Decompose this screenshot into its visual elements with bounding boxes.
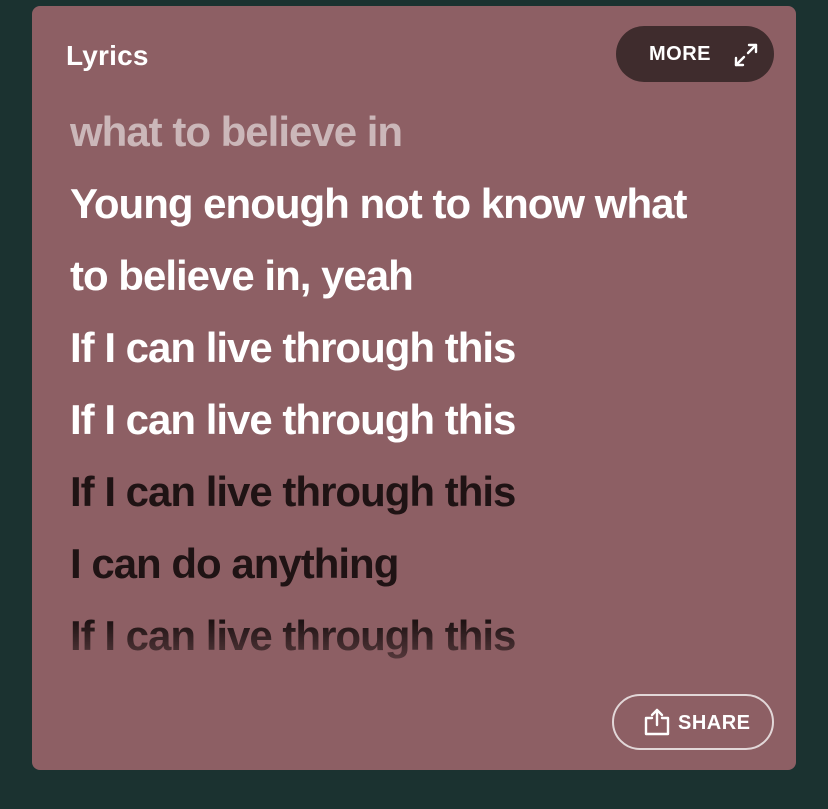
lyric-line[interactable]: If I can live through this xyxy=(70,312,770,384)
lyric-line[interactable]: I can do anything xyxy=(70,528,770,600)
lyric-line[interactable]: If I can live through this xyxy=(70,456,770,528)
share-icon xyxy=(644,708,670,736)
expand-icon xyxy=(734,43,758,67)
lyric-line[interactable]: to believe in, yeah xyxy=(70,240,770,312)
lyric-line[interactable]: If I can live through this xyxy=(70,600,770,666)
more-button[interactable]: MORE xyxy=(616,26,774,82)
share-button-label: SHARE xyxy=(678,712,751,734)
lyrics-title: Lyrics xyxy=(66,40,149,71)
lyric-line[interactable]: Young enough not to know what xyxy=(70,168,770,240)
lyric-line[interactable]: If I can live through this xyxy=(70,384,770,456)
lyrics-lines: what to believe in Young enough not to k… xyxy=(70,96,770,666)
share-button[interactable]: SHARE xyxy=(612,694,774,750)
lyrics-panel: Lyrics MORE what to believe in Young eno… xyxy=(32,6,796,770)
lyric-line[interactable]: what to believe in xyxy=(70,96,770,168)
more-button-label: MORE xyxy=(649,43,711,65)
